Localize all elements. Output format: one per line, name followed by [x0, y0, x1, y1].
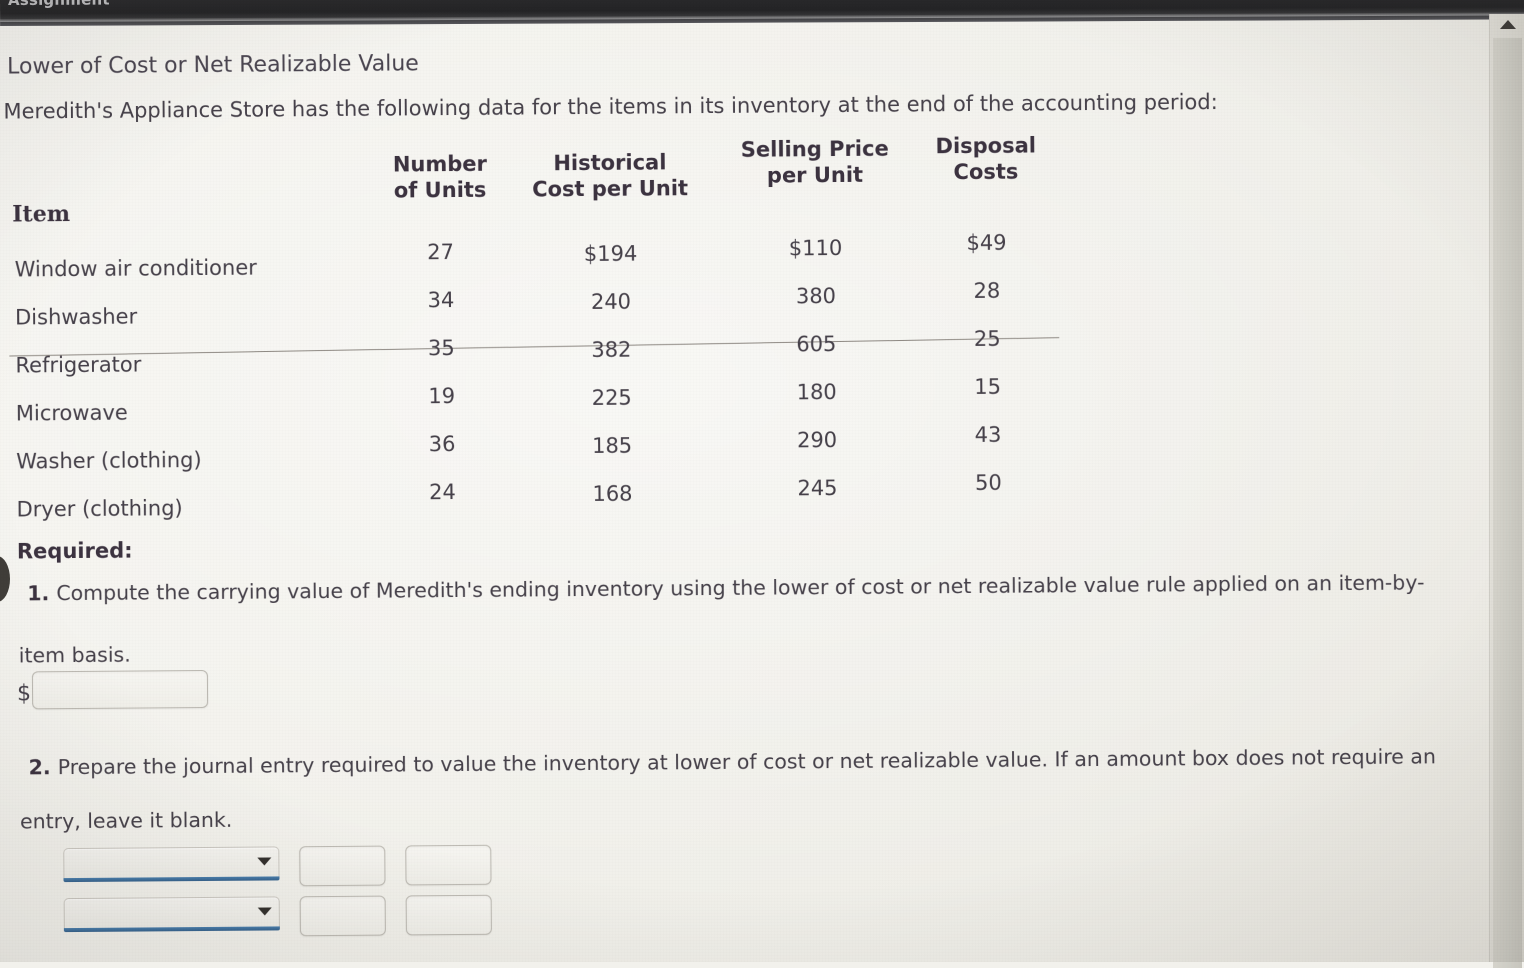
question-1-text-line2: item basis.	[18, 642, 131, 668]
credit-amount-input-1[interactable]	[405, 844, 492, 886]
dollar-sign-label: $	[16, 680, 32, 706]
account-select-wrapper	[63, 896, 280, 933]
debit-amount-input-2[interactable]	[299, 895, 386, 937]
cell-selling-price: 380	[795, 284, 837, 309]
column-header-selling-line2: per Unit	[766, 162, 864, 188]
cell-disposal-cost: 25	[973, 326, 1001, 351]
select-focus-underline	[63, 926, 280, 933]
cell-item-name: Window air conditioner	[14, 255, 257, 282]
question-1-text-line1: 1. Compute the carrying value of Meredith…	[27, 570, 1424, 605]
cell-number-of-units: 24	[428, 480, 456, 505]
table-header-row: Item Number of Units Historical Cost per…	[0, 133, 1098, 229]
table-row: Dryer (clothing) 24 168 245 50	[0, 471, 1100, 532]
cell-item-name: Dishwasher	[14, 304, 138, 330]
cell-historical-cost: 185	[591, 433, 633, 458]
scrollbar-thumb[interactable]	[1493, 38, 1522, 968]
question-2-body-line1: Prepare the journal entry required to va…	[57, 744, 1437, 780]
cell-item-name: Refrigerator	[15, 352, 142, 378]
cell-number-of-units: 34	[427, 288, 455, 313]
inventory-table: Item Number of Units Historical Cost per…	[0, 133, 1098, 521]
account-select-2[interactable]	[63, 896, 280, 929]
vertical-scrollbar[interactable]	[1489, 14, 1524, 968]
cell-selling-price: $110	[788, 235, 843, 261]
question-2-text-line2: entry, leave it blank.	[19, 807, 233, 834]
column-header-cost-line1: Historical	[553, 150, 667, 176]
cell-selling-price: 605	[796, 332, 837, 357]
column-header-number-of-units: Number of Units	[358, 151, 522, 204]
journal-entry-row	[63, 844, 492, 888]
question-1-body-line1: Compute the carrying value of Meredith's…	[56, 570, 1425, 606]
question-2-number: 2.	[28, 755, 51, 780]
journal-entry-row	[63, 894, 492, 938]
cell-number-of-units: 19	[428, 384, 456, 409]
problem-intro-text: Meredith's Appliance Store has the follo…	[3, 90, 1218, 124]
column-header-units-line2: of Units	[393, 177, 487, 203]
cell-item-name: Washer (clothing)	[16, 448, 202, 474]
column-header-disposal-line1: Disposal	[935, 133, 1037, 159]
cell-disposal-cost: 28	[973, 278, 1001, 303]
column-header-cost-line2: Cost per Unit	[532, 175, 689, 202]
column-header-historical-cost: Historical Cost per Unit	[522, 150, 698, 203]
cell-number-of-units: 35	[427, 336, 455, 361]
page-title: Lower of Cost or Net Realizable Value	[7, 51, 419, 80]
journal-entry-form	[63, 844, 492, 948]
cell-historical-cost: $194	[583, 241, 638, 266]
carrying-value-input[interactable]	[31, 669, 209, 710]
cell-number-of-units: 36	[428, 432, 456, 457]
column-header-selling-line1: Selling Price	[740, 136, 889, 162]
required-heading: Required:	[16, 538, 133, 564]
cell-historical-cost: 168	[592, 481, 633, 506]
cell-item-name: Dryer (clothing)	[16, 496, 183, 522]
column-header-disposal-costs: Disposal Costs	[912, 133, 1060, 185]
column-header-selling-price: Selling Price per Unit	[720, 136, 910, 189]
cell-number-of-units: 27	[427, 240, 455, 265]
question-1-number: 1.	[27, 581, 50, 606]
cell-disposal-cost: $49	[966, 230, 1007, 255]
cell-historical-cost: 225	[591, 385, 632, 410]
debit-amount-input-1[interactable]	[299, 845, 386, 887]
column-header-units-line1: Number	[392, 151, 487, 177]
document-content: Lower of Cost or Net Realizable Value Me…	[0, 0, 1524, 966]
cell-disposal-cost: 15	[974, 374, 1002, 399]
question-2-text-line1: 2. Prepare the journal entry required to …	[29, 744, 1437, 779]
cell-selling-price: 245	[797, 476, 838, 501]
credit-amount-input-2[interactable]	[405, 894, 492, 936]
account-select-wrapper	[63, 846, 280, 883]
cell-selling-price: 290	[796, 428, 838, 453]
cell-disposal-cost: 43	[974, 422, 1002, 447]
select-focus-underline	[63, 876, 280, 883]
cell-disposal-cost: 50	[974, 470, 1002, 495]
column-header-item: Item	[12, 201, 71, 228]
cell-selling-price: 180	[796, 380, 837, 405]
column-header-disposal-line2: Costs	[953, 159, 1019, 184]
question-1-answer-row: $	[16, 669, 209, 710]
page-root: Assignment Lower of Cost or Net Realizab…	[0, 0, 1524, 968]
cell-historical-cost: 240	[590, 289, 632, 314]
cell-item-name: Microwave	[15, 400, 128, 426]
cell-historical-cost: 382	[591, 337, 632, 362]
triangle-up-icon[interactable]	[1500, 20, 1516, 29]
account-select-1[interactable]	[63, 846, 280, 879]
